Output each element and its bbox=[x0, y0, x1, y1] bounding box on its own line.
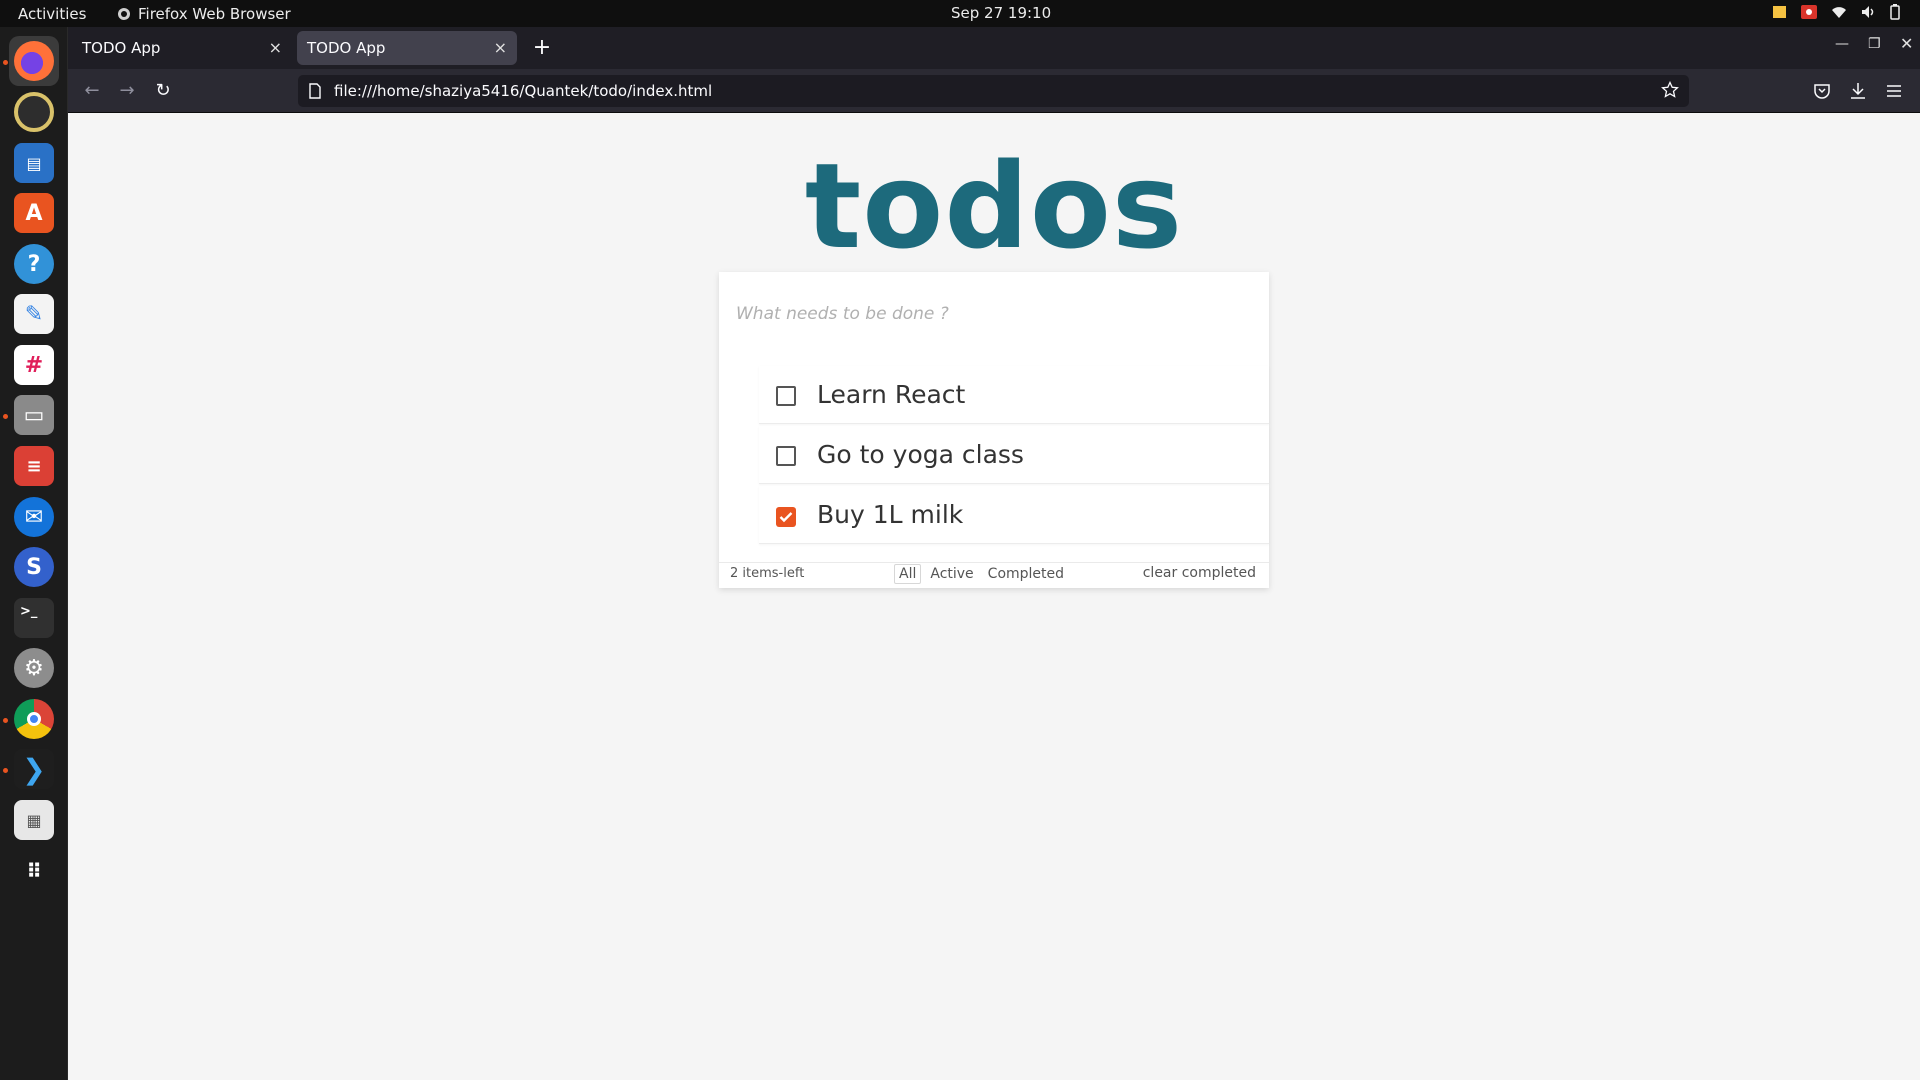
browser-nav-bar: ← → ↻ file:///home/shaziya5416/Quantek/t… bbox=[68, 69, 1920, 113]
app-menu[interactable]: Firefox Web Browser bbox=[117, 5, 291, 23]
dock-thunderbird[interactable]: ✉ bbox=[9, 492, 59, 542]
dock-slack[interactable]: # bbox=[9, 340, 59, 390]
close-tab-icon[interactable]: × bbox=[269, 38, 282, 57]
app-name-label: Firefox Web Browser bbox=[138, 5, 291, 23]
dock-software[interactable]: A bbox=[9, 188, 59, 238]
dock-firefox[interactable] bbox=[9, 36, 59, 86]
todo-label[interactable]: Buy 1L milk bbox=[817, 500, 963, 529]
new-todo-input[interactable] bbox=[736, 304, 1236, 324]
vscode-icon: ❯ bbox=[14, 749, 54, 789]
tab-title: TODO App bbox=[307, 39, 386, 57]
todo-item: Buy 1L milk bbox=[759, 486, 1269, 544]
slack-icon: # bbox=[14, 345, 54, 385]
libreoffice-writer-icon: ▤ bbox=[14, 143, 54, 183]
filter-completed[interactable]: Completed bbox=[983, 564, 1069, 584]
clock[interactable]: Sep 27 19:10 bbox=[951, 4, 1051, 22]
dock-settings[interactable]: ⚙ bbox=[9, 643, 59, 693]
download-icon[interactable] bbox=[1847, 80, 1869, 102]
app-grid-icon: ⠿ bbox=[26, 859, 42, 883]
dock-document-viewer[interactable]: ▦ bbox=[9, 795, 59, 845]
forward-arrow-icon[interactable]: → bbox=[114, 78, 140, 104]
tab-title: TODO App bbox=[82, 39, 161, 57]
filter-all[interactable]: All bbox=[894, 564, 922, 584]
dock-chrome[interactable] bbox=[9, 694, 59, 744]
firefox-small-icon bbox=[118, 8, 130, 20]
new-tab-button[interactable]: + bbox=[527, 35, 557, 61]
reload-icon[interactable]: ↻ bbox=[150, 78, 176, 104]
ubuntu-software-icon: A bbox=[14, 193, 54, 233]
tab-todo-app-2[interactable]: TODO App × bbox=[297, 31, 517, 65]
dock: ▤ A ? ✎ # ▭ ≡ ✉ S >_ ⚙ ❯ ▦ ⠿ bbox=[0, 27, 68, 1080]
thunderbird-icon: ✉ bbox=[14, 497, 54, 537]
url-text[interactable]: file:///home/shaziya5416/Quantek/todo/in… bbox=[334, 82, 712, 100]
files-icon: ▭ bbox=[14, 395, 54, 435]
wifi-icon[interactable] bbox=[1830, 4, 1848, 20]
todo-label[interactable]: Go to yoga class bbox=[817, 440, 1024, 469]
bookmark-star-icon[interactable] bbox=[1661, 81, 1679, 99]
dock-help[interactable]: ? bbox=[9, 239, 59, 289]
text-editor-icon: ✎ bbox=[14, 294, 54, 334]
system-top-bar: Activities Firefox Web Browser Sep 27 19… bbox=[0, 0, 1920, 27]
url-bar[interactable]: file:///home/shaziya5416/Quantek/todo/in… bbox=[298, 75, 1689, 107]
dock-app-grid[interactable]: ⠿ bbox=[9, 846, 59, 896]
todo-list: Learn React Go to yoga class Buy 1L milk bbox=[759, 366, 1269, 546]
screen-record-icon[interactable] bbox=[1800, 4, 1818, 20]
checkmark-icon bbox=[779, 512, 793, 523]
todo-checkbox[interactable] bbox=[776, 386, 796, 406]
page-icon bbox=[309, 83, 321, 99]
hamburger-menu-icon[interactable] bbox=[1883, 80, 1905, 102]
filter-active[interactable]: Active bbox=[925, 564, 978, 584]
todo-item: Go to yoga class bbox=[759, 426, 1269, 484]
simplenote-icon: S bbox=[14, 547, 54, 587]
browser-tab-bar: TODO App × TODO App × + — ❐ ✕ bbox=[68, 27, 1920, 69]
dock-terminal[interactable]: >_ bbox=[9, 593, 59, 643]
dock-simplenote[interactable]: S bbox=[9, 542, 59, 592]
tab-todo-app-1[interactable]: TODO App × bbox=[72, 31, 292, 65]
todo-card: Learn React Go to yoga class Buy 1L milk… bbox=[719, 272, 1269, 588]
filter-group: All Active Completed bbox=[894, 564, 1069, 584]
activities-button[interactable]: Activities bbox=[18, 5, 86, 23]
settings-icon: ⚙ bbox=[14, 648, 54, 688]
system-tray[interactable] bbox=[1772, 4, 1900, 20]
document-viewer-icon: ▦ bbox=[14, 800, 54, 840]
dock-files[interactable]: ▭ bbox=[9, 390, 59, 440]
todo-footer: 2 items-left All Active Completed clear … bbox=[719, 562, 1269, 586]
todo-checkbox-checked[interactable] bbox=[776, 507, 796, 527]
back-arrow-icon[interactable]: ← bbox=[79, 78, 105, 104]
todo-item: Learn React bbox=[759, 366, 1269, 424]
todo-label[interactable]: Learn React bbox=[817, 380, 965, 409]
firefox-icon bbox=[14, 41, 54, 81]
page-content: todos Learn React Go to yoga class Buy 1… bbox=[68, 113, 1920, 1080]
todo-checkbox[interactable] bbox=[776, 446, 796, 466]
volume-icon[interactable] bbox=[1860, 4, 1878, 20]
notes-indicator-icon[interactable] bbox=[1772, 4, 1788, 20]
dock-vscode[interactable]: ❯ bbox=[9, 744, 59, 794]
battery-icon[interactable] bbox=[1890, 4, 1900, 20]
clear-completed-button[interactable]: clear completed bbox=[1143, 565, 1256, 581]
app-title: todos bbox=[804, 137, 1184, 275]
help-icon: ? bbox=[14, 244, 54, 284]
dock-text-editor[interactable]: ✎ bbox=[9, 289, 59, 339]
items-left-count: 2 items-left bbox=[730, 566, 805, 581]
rhythmbox-icon bbox=[14, 92, 54, 132]
minimize-icon[interactable]: — bbox=[1835, 36, 1849, 52]
dock-todoist[interactable]: ≡ bbox=[9, 441, 59, 491]
close-tab-icon[interactable]: × bbox=[494, 38, 507, 57]
chrome-icon bbox=[14, 699, 54, 739]
restore-icon[interactable]: ❐ bbox=[1868, 36, 1881, 52]
pocket-icon[interactable] bbox=[1811, 80, 1833, 102]
close-window-icon[interactable]: ✕ bbox=[1900, 34, 1913, 53]
dock-writer[interactable]: ▤ bbox=[9, 138, 59, 188]
todoist-icon: ≡ bbox=[14, 446, 54, 486]
dock-rhythmbox[interactable] bbox=[9, 87, 59, 137]
terminal-icon: >_ bbox=[14, 598, 54, 638]
